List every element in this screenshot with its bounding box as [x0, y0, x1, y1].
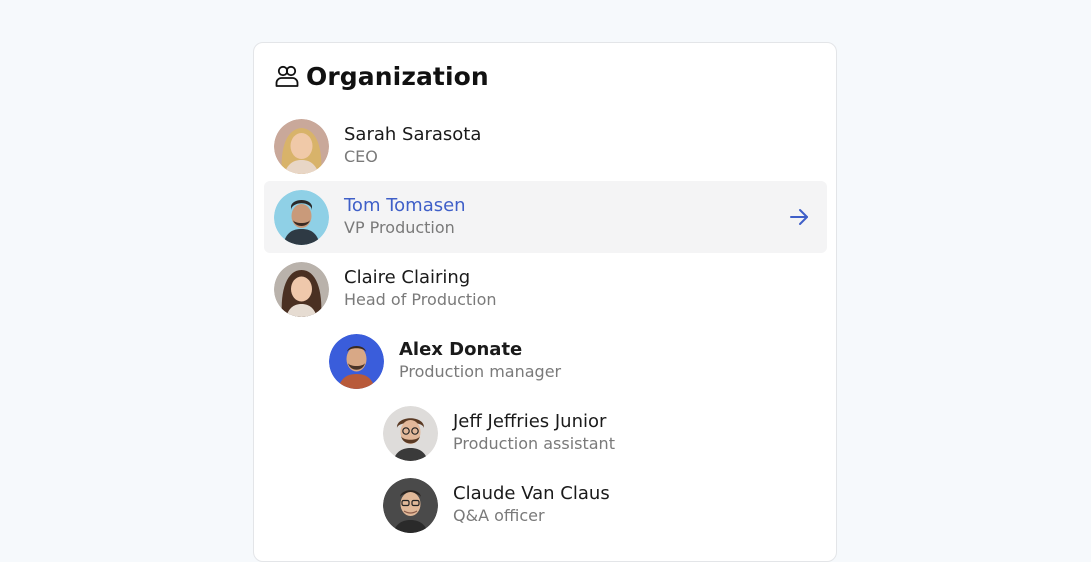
org-member-row-selected[interactable]: Tom Tomasen VP Production	[264, 181, 827, 253]
org-member-row[interactable]: Claire Clairing Head of Production	[264, 253, 827, 325]
member-role: CEO	[344, 147, 378, 166]
page-title: Organization	[306, 61, 489, 91]
card-header: Organization	[274, 61, 489, 91]
member-name: Sarah Sarasota	[344, 124, 482, 145]
member-name: Jeff Jeffries Junior	[453, 411, 607, 432]
member-name: Claire Clairing	[344, 267, 471, 288]
org-member-row[interactable]: Claude Van Claus Q&A officer	[264, 469, 827, 541]
member-role: Head of Production	[344, 290, 497, 309]
organization-card: Organization Sarah Sarasota CEO Tom Toma…	[253, 42, 837, 562]
org-member-row[interactable]: Alex Donate Production manager	[264, 325, 827, 397]
avatar	[383, 405, 438, 461]
member-role: Production manager	[399, 362, 562, 381]
avatar	[274, 261, 329, 317]
users-icon	[274, 63, 300, 89]
avatar	[274, 189, 329, 245]
avatar	[383, 477, 438, 533]
member-role: Q&A officer	[453, 506, 545, 525]
avatar	[329, 333, 384, 389]
org-member-row[interactable]: Jeff Jeffries Junior Production assistan…	[264, 397, 827, 469]
arrow-right-icon[interactable]	[789, 207, 810, 227]
avatar	[274, 118, 329, 174]
member-role: VP Production	[344, 218, 455, 237]
member-name: Alex Donate	[399, 339, 523, 360]
org-member-row[interactable]: Sarah Sarasota CEO	[264, 110, 827, 182]
member-name: Tom Tomasen	[344, 195, 466, 216]
member-role: Production assistant	[453, 434, 615, 453]
member-name: Claude Van Claus	[453, 483, 610, 504]
